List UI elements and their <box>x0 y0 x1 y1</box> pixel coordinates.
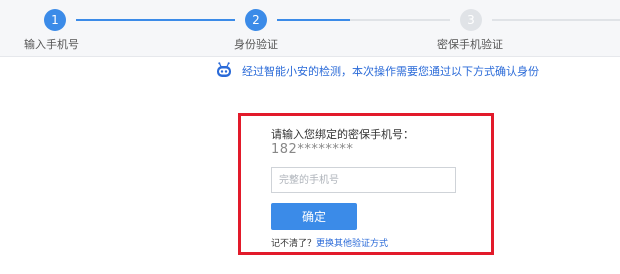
phone-verification-panel: 请输入您绑定的密保手机号： 182******** 确定 记不清了？更换其他验证… <box>238 113 494 255</box>
progress-stepper: 1 2 3 输入手机号 身份验证 密保手机验证 <box>0 0 620 57</box>
step-3-number: 3 <box>467 13 475 27</box>
step-1-circle: 1 <box>44 9 66 31</box>
step-2-circle: 2 <box>245 9 267 31</box>
step-2-label: 身份验证 <box>234 38 278 51</box>
robot-icon <box>217 62 231 77</box>
full-phone-input[interactable] <box>271 167 456 193</box>
masked-phone-number: 182******** <box>271 142 354 157</box>
step-3-connector <box>492 19 620 21</box>
change-verification-method-link[interactable]: 更换其他验证方式 <box>316 239 388 249</box>
step-2-connector-active <box>277 19 350 21</box>
step-2-number: 2 <box>252 13 260 27</box>
step-1-connector <box>76 19 235 21</box>
step-3-label: 密保手机验证 <box>437 38 503 51</box>
step-2-connector-pending <box>350 19 450 21</box>
phone-prompt-label: 请输入您绑定的密保手机号： <box>271 128 414 141</box>
confirm-button[interactable]: 确定 <box>271 203 357 230</box>
step-1-label: 输入手机号 <box>24 38 79 51</box>
step-1-number: 1 <box>51 13 59 27</box>
forgot-text: 记不清了？ <box>271 239 317 249</box>
page: 1 2 3 输入手机号 身份验证 密保手机验证 经过智能小安的检测，本次操作需要… <box>0 0 620 274</box>
notice-text: 经过智能小安的检测，本次操作需要您通过以下方式确认身份 <box>242 65 539 78</box>
forgot-row: 记不清了？更换其他验证方式 <box>271 236 388 249</box>
step-3-circle: 3 <box>460 9 482 31</box>
security-notice: 经过智能小安的检测，本次操作需要您通过以下方式确认身份 <box>214 60 539 82</box>
